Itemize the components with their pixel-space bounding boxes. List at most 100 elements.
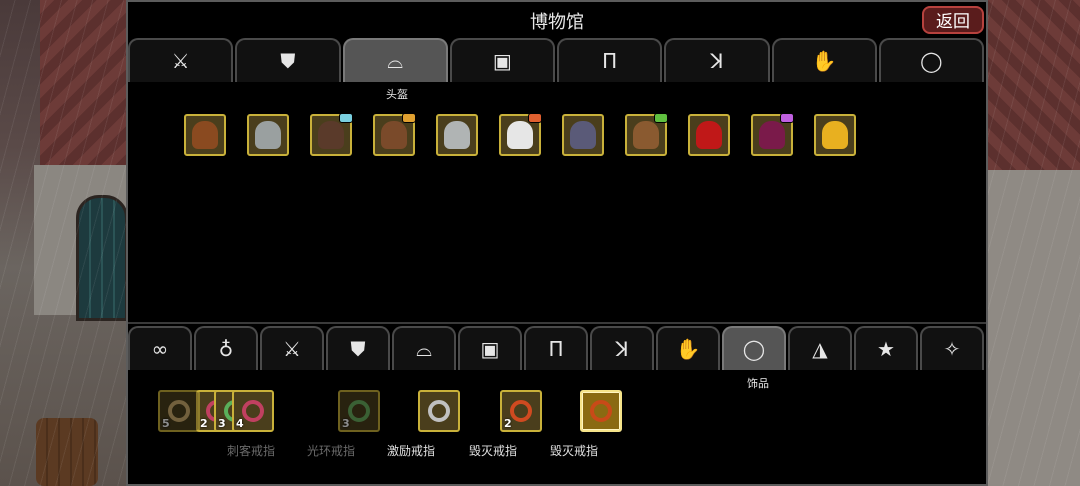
boots-icon: ꓘ: [710, 49, 724, 73]
accessory-label: 毁灭戒指: [549, 444, 598, 458]
boots-icon: ꓘ: [615, 337, 629, 361]
collection-tab-glove[interactable]: ✋: [656, 326, 720, 370]
steel-helmet-icon: [444, 121, 470, 149]
ring-icon: [428, 400, 450, 422]
collection-tab-shield[interactable]: ⛊: [326, 326, 390, 370]
golden-helmet-icon: [822, 121, 848, 149]
item-count: 5: [162, 417, 170, 430]
equipment-tab-glove[interactable]: ✋: [771, 38, 877, 82]
iron-mask-helmet-icon: [255, 121, 281, 149]
collection-tab-star[interactable]: ★: [854, 326, 918, 370]
hat-icon: ◮: [812, 337, 828, 361]
pants-icon: Π: [548, 337, 564, 361]
red-helmet-icon: [696, 121, 722, 149]
ring-icon: ◯: [742, 337, 766, 361]
leather-helmet-icon: [192, 121, 218, 149]
barrel: [36, 418, 98, 486]
helmet-slot[interactable]: [751, 113, 794, 156]
potion-icon: ♁: [218, 337, 234, 361]
glove-icon: ✋: [675, 337, 701, 361]
helmet-slot[interactable]: [247, 114, 289, 156]
helmet-slot[interactable]: [814, 114, 856, 156]
item-count: 2: [504, 417, 512, 430]
helmet-icon: ⌓: [387, 49, 404, 73]
accessory-label: 激励戒指: [386, 444, 435, 458]
ring-icon: [348, 400, 370, 422]
collection-tab-boots[interactable]: ꓘ: [590, 326, 654, 370]
helmet-slot[interactable]: [373, 113, 416, 156]
gem-badge-icon: [339, 113, 353, 123]
shield-icon: ⛊: [350, 337, 366, 361]
helmet-slot[interactable]: [436, 114, 478, 156]
item-count: 4: [236, 417, 244, 430]
equipment-tab-boots[interactable]: ꓘ: [664, 38, 770, 82]
sword-icon: ⚔: [171, 49, 190, 73]
equipment-tab-armor[interactable]: ▣: [449, 38, 555, 82]
equipment-tab-ring[interactable]: ◯: [878, 38, 984, 82]
stacked-ring-slot[interactable]: 4: [232, 390, 274, 432]
ring-icon: [590, 400, 612, 422]
armor-icon: ▣: [480, 337, 500, 361]
dark-helmet-icon: [318, 121, 344, 149]
shield-icon: ⛊: [280, 49, 296, 73]
gem-badge-icon: [654, 113, 668, 123]
accessory-slot[interactable]: 3: [338, 390, 380, 432]
collection-tab-pants[interactable]: Π: [524, 326, 588, 370]
helmet-icon: ⌓: [416, 337, 432, 361]
helmet-slot[interactable]: [625, 113, 668, 156]
equipment-tab-pants[interactable]: Π: [557, 38, 663, 82]
gem-badge-icon: [402, 113, 416, 123]
white-helmet-icon: [507, 121, 533, 149]
helmet-slot[interactable]: [499, 113, 542, 156]
equipment-tab-bar: ⚔ ⛊ ⌓ ▣ Π ꓘ ✋ ◯: [128, 38, 986, 82]
helmet-slot[interactable]: [688, 114, 730, 156]
accessory-slot[interactable]: [418, 390, 460, 432]
barbarian-helmet-icon: [633, 121, 659, 149]
gem-badge-icon: [780, 113, 794, 123]
item-count: 2: [200, 417, 208, 430]
back-button[interactable]: 返回: [922, 6, 984, 34]
bronze-helmet-icon: [381, 121, 407, 149]
star-icon: ★: [877, 337, 895, 361]
top-tab-caption: 头盔: [386, 88, 408, 101]
ring-icon: ◯: [920, 49, 943, 73]
accessory-slot[interactable]: [580, 390, 622, 432]
sword-icon: ⚔: [283, 337, 301, 361]
collection-tab-hat[interactable]: ◮: [788, 326, 852, 370]
accessory-slot[interactable]: 5: [158, 390, 200, 432]
helmet-slot[interactable]: [562, 114, 604, 156]
accessory-label: 毁灭戒指: [468, 444, 517, 458]
collection-tab-armor[interactable]: ▣: [458, 326, 522, 370]
wall-right: [988, 170, 1080, 486]
page-title: 博物馆: [530, 12, 584, 33]
bottom-tab-caption: 饰品: [747, 377, 769, 390]
collection-tab-wand[interactable]: ✧: [920, 326, 984, 370]
collection-tab-bar: ∞ ♁ ⚔ ⛊ ⌓ ▣ Π ꓘ ✋ ◯ ◮ ★ ✧: [128, 326, 986, 370]
museum-panel: 博物馆 返回 ⚔ ⛊ ⌓ ▣ Π ꓘ ✋ ◯ 头盔 ∞ ♁ ⚔ ⛊ ⌓ ▣ Π ꓘ ✋ ◯ ◮ ★ ✧ 饰品 2345…: [126, 0, 988, 486]
collection-tab-infinity[interactable]: ∞: [128, 326, 192, 370]
armor-icon: ▣: [492, 49, 512, 73]
equipment-tab-sword[interactable]: ⚔: [128, 38, 234, 82]
glove-icon: ✋: [811, 49, 837, 73]
collection-tab-sword[interactable]: ⚔: [260, 326, 324, 370]
equipment-tab-shield[interactable]: ⛊: [235, 38, 341, 82]
accessory-label: 刺客戒指: [226, 444, 275, 458]
crimson-hood-icon: [759, 121, 785, 149]
window-left: [76, 195, 128, 321]
item-count: 3: [342, 417, 350, 430]
collection-tab-ring[interactable]: ◯: [722, 326, 786, 370]
gem-badge-icon: [528, 113, 542, 123]
helmet-slot[interactable]: [310, 113, 353, 156]
item-count: 3: [218, 417, 226, 430]
equipment-tab-helmet[interactable]: ⌓: [342, 38, 448, 82]
helmet-slot[interactable]: [184, 114, 226, 156]
ring-icon: [168, 400, 190, 422]
infinity-icon: ∞: [151, 337, 169, 361]
accessory-slot[interactable]: 2: [500, 390, 542, 432]
accessory-label: 光环戒指: [306, 444, 355, 458]
purple-helmet-icon: [570, 121, 596, 149]
roof-right: [988, 0, 1080, 170]
ring-icon: [242, 400, 264, 422]
collection-tab-helmet[interactable]: ⌓: [392, 326, 456, 370]
collection-tab-potion[interactable]: ♁: [194, 326, 258, 370]
